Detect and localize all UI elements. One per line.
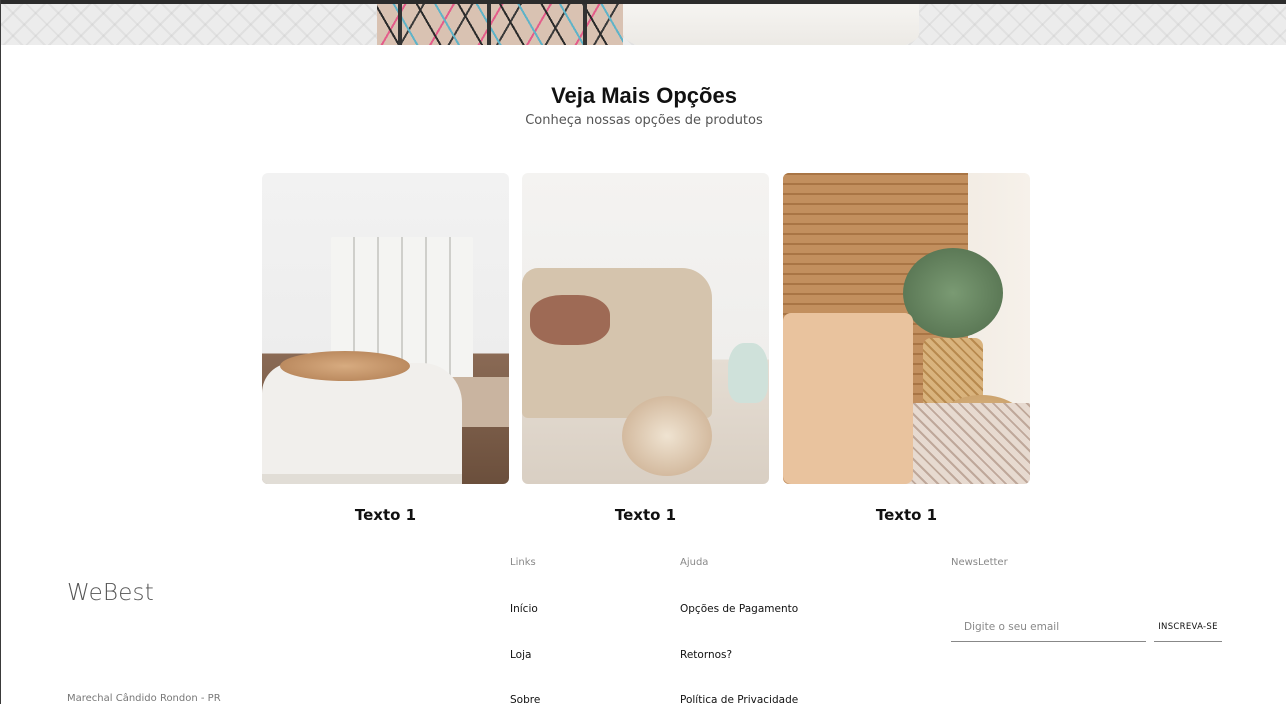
footer-brand-logo[interactable]: WeBest — [67, 580, 154, 606]
product-card-image[interactable] — [522, 173, 769, 484]
product-card-label[interactable]: Texto 1 — [522, 506, 769, 524]
section-subtitle: Conheça nossas opções de produtos — [525, 113, 763, 128]
product-card-image[interactable] — [783, 173, 1030, 484]
decor-shape — [262, 363, 462, 484]
footer-address: Marechal Cândido Rondon - PR — [67, 693, 221, 704]
footer-link-privacy-policy[interactable]: Política de Privacidade — [680, 694, 798, 706]
decor-shape — [622, 396, 712, 476]
decor-shape — [783, 313, 913, 484]
chair-leg — [398, 4, 402, 45]
product-card-label[interactable]: Texto 1 — [783, 506, 1030, 524]
footer-link-sobre[interactable]: Sobre — [510, 694, 540, 706]
hero-image-strip — [1, 0, 1286, 45]
footer-link-loja[interactable]: Loja — [510, 649, 531, 661]
footer-link-inicio[interactable]: Início — [510, 603, 538, 615]
decor-shape — [903, 248, 1003, 338]
newsletter-heading: NewsLetter — [951, 557, 1008, 568]
pouf-image — [623, 4, 919, 45]
chair-leg — [583, 4, 587, 45]
chair-leg — [487, 4, 491, 45]
footer-link-payment-options[interactable]: Opções de Pagamento — [680, 603, 798, 615]
decor-shape — [280, 351, 410, 381]
section-title: Veja Mais Opções — [551, 83, 737, 108]
product-card-image[interactable] — [262, 173, 509, 484]
footer-link-returns[interactable]: Retornos? — [680, 649, 732, 661]
footer-help-heading: Ajuda — [680, 557, 709, 568]
decor-shape — [728, 343, 768, 403]
footer-links-heading: Links — [510, 557, 536, 568]
product-card-label[interactable]: Texto 1 — [262, 506, 509, 524]
newsletter-subscribe-button[interactable]: INSCREVA-SE — [1154, 612, 1222, 642]
decor-shape — [530, 295, 610, 345]
newsletter-email-input[interactable] — [951, 612, 1146, 642]
